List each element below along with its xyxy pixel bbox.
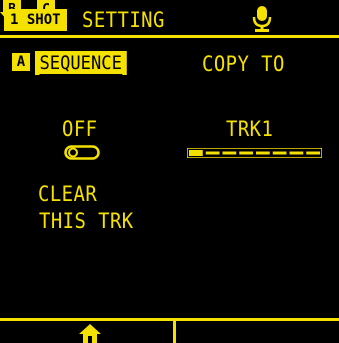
sequence-button[interactable]: SEQUENCE [35,51,127,76]
home-icon[interactable] [79,324,101,343]
track-segment [256,151,270,155]
clear-label-line2[interactable]: THIS TRK [39,210,134,232]
track-segment [239,151,253,155]
microphone-icon [252,6,272,32]
track-value: TRK1 [226,117,274,141]
track-segment [272,151,287,155]
track-segment [222,151,237,155]
toggle-switch[interactable] [64,145,100,160]
mode-badge[interactable]: 1 SHOT [4,9,67,31]
header-divider [0,35,339,38]
clear-label[interactable]: CLEAR [38,183,97,205]
track-segment [189,150,203,156]
footer-divider [0,318,339,321]
sequence-label: SEQUENCE [39,52,122,76]
track-segment [289,151,304,155]
track-segment [205,151,220,155]
track-selector[interactable] [187,148,322,158]
track-segment [306,151,320,155]
page-title: SETTING [82,8,165,32]
footer-separator [173,318,176,343]
key-a-badge: A [12,53,30,71]
toggle-value: OFF [62,117,98,141]
device-screen: 1 SHOT SETTING A SEQUENCE B COPY TO OFF … [0,0,339,343]
copy-to-label[interactable]: COPY TO [202,53,285,75]
